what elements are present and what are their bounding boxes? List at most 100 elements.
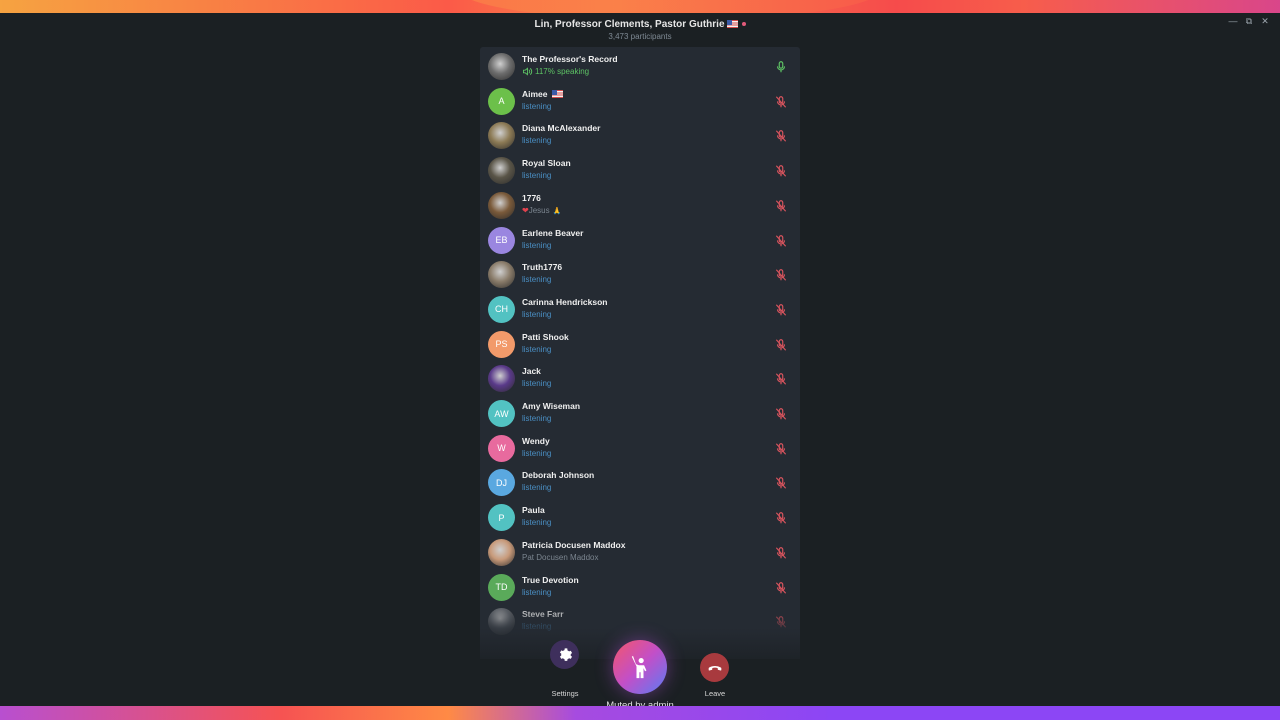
window-controls: — ⧉ ✕ xyxy=(1228,16,1270,27)
participant-row[interactable]: Diana McAlexander listening xyxy=(480,119,800,154)
mic-muted-icon[interactable] xyxy=(774,475,788,491)
participant-status: listening xyxy=(522,622,551,631)
raise-hand-button[interactable] xyxy=(613,640,667,694)
participant-row[interactable]: P Paula listening xyxy=(480,501,800,536)
participant-row[interactable]: Patricia Docusen Maddox Pat Docusen Maddo… xyxy=(480,536,800,571)
participant-name-text: The Professor's Record xyxy=(522,54,618,64)
participant-status: listening xyxy=(522,449,551,458)
voice-chat-window: Lin, Professor Clements, Pastor Guthrie … xyxy=(0,13,1280,711)
us-flag-icon xyxy=(726,20,738,29)
participant-row[interactable]: TD True Devotion listening xyxy=(480,571,800,606)
participant-name: 1776 xyxy=(522,193,541,203)
participant-status: ❤Jesus 🙏 xyxy=(522,206,561,215)
participant-status-text: listening xyxy=(522,240,552,250)
participant-row[interactable]: DJ Deborah Johnson listening xyxy=(480,466,800,501)
leave-button[interactable] xyxy=(700,653,729,682)
participant-name: Steve Farr xyxy=(522,609,564,619)
mic-muted-icon[interactable] xyxy=(774,163,788,179)
heart-icon: ❤ xyxy=(522,205,529,215)
participant-name-text: Paula xyxy=(522,505,545,516)
participant-status-text: Pat Docusen Maddox xyxy=(522,552,599,562)
mic-muted-icon[interactable] xyxy=(774,406,788,422)
mic-muted-icon[interactable] xyxy=(774,371,788,387)
mic-muted-icon[interactable] xyxy=(774,233,788,249)
participant-row[interactable]: W Wendy listening xyxy=(480,432,800,467)
participant-name: Truth1776 xyxy=(522,262,562,272)
mic-muted-icon[interactable] xyxy=(774,614,788,630)
participant-name: Paula xyxy=(522,505,545,515)
window-title: Lin, Professor Clements, Pastor Guthrie xyxy=(0,19,1280,30)
mic-muted-icon[interactable] xyxy=(774,198,788,214)
participant-status: listening xyxy=(522,518,551,527)
participant-row[interactable]: 1776 ❤Jesus 🙏 xyxy=(480,189,800,224)
participant-status: listening xyxy=(522,345,551,354)
avatar xyxy=(488,261,515,289)
settings-label: Settings xyxy=(551,689,579,698)
participant-name: True Devotion xyxy=(522,575,579,585)
participant-row[interactable]: Jack listening xyxy=(480,362,800,397)
participant-name: Amy Wiseman xyxy=(522,401,580,411)
avatar xyxy=(488,608,515,636)
participant-status: listening xyxy=(522,171,551,180)
avatar xyxy=(488,365,515,393)
participant-row[interactable]: CH Carinna Hendrickson listening xyxy=(480,293,800,328)
participant-status-text: listening xyxy=(522,171,552,181)
participant-name: Aimee xyxy=(522,89,563,99)
participant-status-text: listening xyxy=(522,448,552,458)
participant-name: Royal Sloan xyxy=(522,158,571,168)
participant-row[interactable]: Royal Sloan listening xyxy=(480,154,800,189)
settings-button[interactable] xyxy=(550,640,579,669)
participant-status: listening xyxy=(522,241,551,250)
mic-muted-icon[interactable] xyxy=(774,267,788,283)
mic-muted-icon[interactable] xyxy=(774,580,788,596)
us-flag-icon xyxy=(551,90,563,99)
participant-name-text: Earlene Beaver xyxy=(522,227,584,238)
participant-status-text: listening xyxy=(522,379,552,389)
avatar: AW xyxy=(488,400,515,427)
restore-button[interactable]: ⧉ xyxy=(1244,16,1254,27)
participant-status: listening xyxy=(522,414,551,423)
gear-icon xyxy=(559,647,572,661)
participant-row[interactable]: AW Amy Wiseman listening xyxy=(480,397,800,432)
participant-name-text: Patricia Docusen Maddox xyxy=(522,539,626,550)
participants-list[interactable]: The Professor's Record 117% speaking A Aime… xyxy=(480,47,800,659)
participant-row[interactable]: PS Patti Shook listening xyxy=(480,328,800,363)
mic-muted-icon[interactable] xyxy=(774,441,788,457)
participant-status: listening xyxy=(522,379,551,388)
participant-row[interactable]: A Aimee listening xyxy=(480,85,800,120)
participant-name-text: Deborah Johnson xyxy=(522,470,595,481)
mic-muted-icon[interactable] xyxy=(774,337,788,353)
participant-status-text: listening xyxy=(522,344,552,354)
participant-name-text: Steve Farr xyxy=(522,609,564,620)
participant-status: listening xyxy=(522,483,551,492)
participant-status: listening xyxy=(522,136,551,145)
speaker-icon xyxy=(522,67,535,76)
participant-name: Wendy xyxy=(522,436,550,446)
participant-status-text: listening xyxy=(522,483,552,493)
window-title-text: Lin, Professor Clements, Pastor Guthrie xyxy=(534,19,725,30)
mic-muted-icon[interactable] xyxy=(774,94,788,110)
participant-name-text: Jack xyxy=(522,366,541,377)
participant-name-text: Carinna Hendrickson xyxy=(522,296,608,307)
avatar xyxy=(488,53,515,80)
mic-active-icon[interactable] xyxy=(774,59,788,75)
participant-status-text: listening xyxy=(522,136,552,146)
hang-up-icon xyxy=(708,665,721,670)
mic-muted-icon[interactable] xyxy=(774,545,788,561)
avatar: DJ xyxy=(488,469,515,497)
participant-row[interactable]: EB Earlene Beaver listening xyxy=(480,224,800,259)
close-button[interactable]: ✕ xyxy=(1260,16,1270,27)
participant-name: Patricia Docusen Maddox xyxy=(522,540,625,550)
mic-muted-icon[interactable] xyxy=(774,510,788,526)
mic-muted-icon[interactable] xyxy=(774,302,788,318)
participant-row[interactable]: The Professor's Record 117% speaking xyxy=(480,50,800,85)
mic-muted-icon[interactable] xyxy=(774,128,788,144)
participant-status: listening xyxy=(522,310,551,319)
avatar xyxy=(488,122,515,150)
avatar xyxy=(488,157,515,185)
avatar: EB xyxy=(488,226,515,254)
participant-row[interactable]: Truth1776 listening xyxy=(480,258,800,293)
participant-status-text: listening xyxy=(522,275,552,285)
minimize-button[interactable]: — xyxy=(1228,16,1238,27)
participant-name: Patti Shook xyxy=(522,332,569,342)
